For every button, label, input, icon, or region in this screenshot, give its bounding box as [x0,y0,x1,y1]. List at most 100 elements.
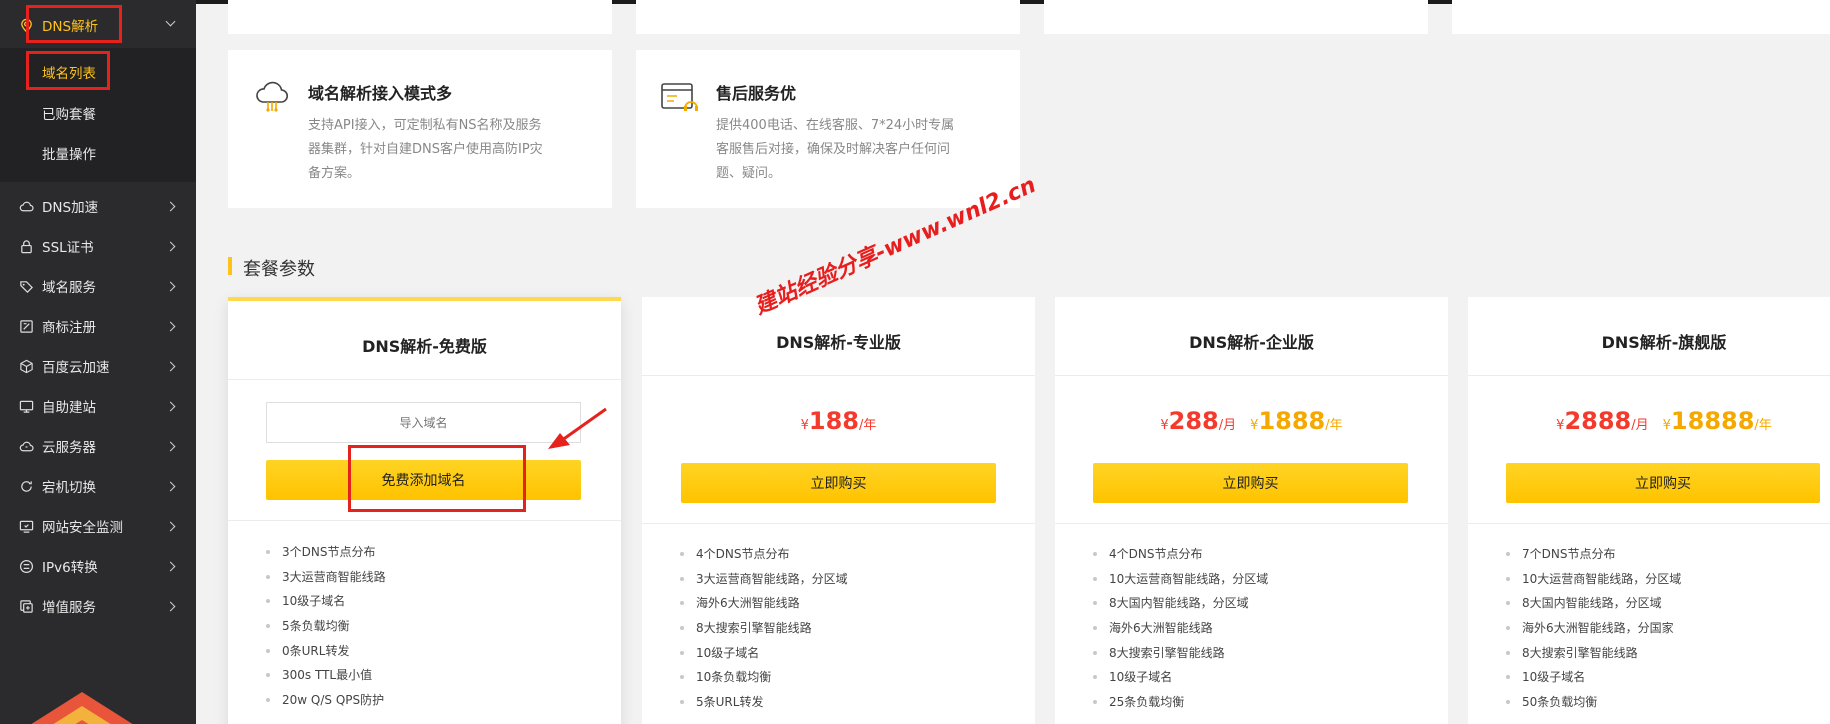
monitor-icon [18,398,34,414]
sidebar-item-site-builder[interactable]: 自助建站 [0,386,196,426]
list-item: 8大国内智能线路，分区域 [1089,590,1268,615]
sidebar-submenu: 域名列表 已购套餐 批量操作 [0,48,196,182]
divider [1468,523,1830,524]
plan-card-enterprise: DNS解析-企业版 ¥288/月 ¥1888/年 立即购买 4个DNS节点分布 1… [1055,297,1448,724]
divider [1468,375,1830,376]
chevron-right-icon [165,321,176,331]
plan-feature-list: 7个DNS节点分布 10大运营商智能线路，分区域 8大国内智能线路，分区域 海外… [1502,541,1681,714]
price-unit: /月 [1631,418,1649,433]
list-item: 8大国内智能线路，分区域 [1502,590,1681,615]
chevron-right-icon [165,481,176,491]
list-item: 10级子域名 [262,588,386,613]
sidebar-subitem-batch-ops[interactable]: 批量操作 [42,143,96,163]
sidebar-item-ipv6[interactable]: IPv6转换 [0,546,196,586]
list-item: 3大运营商智能线路，分区域 [676,566,848,591]
list-item: 10级子域名 [676,640,848,665]
sidebar-item-security-monitor[interactable]: 网站安全监测 [0,506,196,546]
feature-card-top-2 [636,0,1020,34]
list-item: 4个DNS节点分布 [1089,541,1268,566]
location-pin-icon [18,17,34,33]
list-item: 7个DNS节点分布 [1502,541,1681,566]
price-currency: ¥ [800,418,809,433]
sidebar: DNS解析 域名列表 已购套餐 批量操作 DNS加速 SSL证书 域名服务 商标… [0,0,196,724]
price-unit: /年 [1325,418,1343,433]
feature-card-top-1 [228,0,612,34]
list-item: 5条负载均衡 [262,613,386,638]
shield-monitor-icon [18,518,34,534]
chevron-right-icon [165,401,176,411]
list-item: 海外6大洲智能线路 [1089,615,1268,640]
feature-description: 提供400电话、在线客服、7*24小时专属 客服售后对接，确保及时解决客户任何问… [716,114,1006,186]
list-item: 8大搜索引擎智能线路 [676,615,848,640]
feature-card-access-modes: 域名解析接入模式多 支持API接入，可定制私有NS名称及服务 器集群，针对自建D… [228,50,612,208]
plan-name: DNS解析-免费版 [362,337,487,356]
sidebar-item-label: IPv6转换 [42,560,98,576]
sidebar-item-baidu-accel[interactable]: 百度云加速 [0,346,196,386]
feature-desc-line: 器集群，针对自建DNS客户使用高防IP灾 [308,142,543,157]
price-amount-year: 18888 [1670,407,1755,435]
list-item: 25条负载均衡 [1089,689,1268,714]
buy-now-button[interactable]: 立即购买 [1093,463,1408,503]
sidebar-item-dns-resolve[interactable]: DNS解析 [0,5,196,45]
divider [228,520,621,521]
sidebar-item-ssl[interactable]: SSL证书 [0,226,196,266]
ipv6-icon [18,558,34,574]
list-item: 50条负载均衡 [1502,689,1681,714]
feature-desc-line: 题、疑问。 [716,166,782,181]
import-domain-input[interactable] [266,402,581,443]
list-item: 海外6大洲智能线路 [676,590,848,615]
sidebar-item-trademark[interactable]: 商标注册 [0,306,196,346]
plan-card-pro: DNS解析-专业版 ¥188/年 立即购买 4个DNS节点分布 3大运营商智能线… [642,297,1035,724]
feature-desc-line: 客服售后对接，确保及时解决客户任何问 [716,142,951,157]
chevron-right-icon [165,201,176,211]
sidebar-item-label: DNS解析 [42,19,99,35]
divider [1055,523,1448,524]
plan-card-free: DNS解析-免费版 免费添加域名 3个DNS节点分布 3大运营商智能线路 10级… [228,297,621,724]
chevron-right-icon [165,601,176,611]
feature-desc-line: 支持API接入，可定制私有NS名称及服务 [308,118,542,133]
divider [1055,375,1448,376]
chevron-right-icon [165,361,176,371]
sidebar-item-label: 域名服务 [42,280,96,296]
list-item: 5条URL转发 [676,689,848,714]
feature-card-top-3 [1044,0,1428,34]
list-item: 0条URL转发 [262,638,386,663]
sidebar-item-label: 云服务器 [42,440,96,456]
sidebar-item-label: 商标注册 [42,320,96,336]
sidebar-item-value-added[interactable]: 增值服务 [0,586,196,626]
service-headset-icon [661,83,698,111]
cloud-icon [18,198,34,214]
feature-card-after-sales: 售后服务优 提供400电话、在线客服、7*24小时专属 客服售后对接，确保及时解… [636,50,1020,208]
plan-price: ¥188/年 [642,407,1035,435]
free-add-domain-button[interactable]: 免费添加域名 [266,460,581,500]
sidebar-item-domain-service[interactable]: 域名服务 [0,266,196,306]
lock-icon [18,238,34,254]
price-currency: ¥ [1662,418,1671,433]
plan-card-flagship: DNS解析-旗舰版 ¥2888/月 ¥18888/年 立即购买 7个DNS节点分布… [1468,297,1830,724]
sidebar-item-dns-accel[interactable]: DNS加速 [0,186,196,226]
buy-now-button[interactable]: 立即购买 [1506,463,1820,503]
sidebar-item-label: SSL证书 [42,240,94,256]
cloud-connect-icon [256,81,289,112]
buy-now-button[interactable]: 立即购买 [681,463,996,503]
annotation-arrow-icon [548,407,607,449]
sidebar-item-label: DNS加速 [42,200,99,216]
trademark-icon [18,318,34,334]
cube-icon [18,358,34,374]
chevron-right-icon [165,441,176,451]
sidebar-subitem-domain-list[interactable]: 域名列表 [42,62,96,82]
plan-name: DNS解析-企业版 [1189,333,1314,352]
section-title-bar [228,257,232,275]
sidebar-subitem-purchased-plans[interactable]: 已购套餐 [42,103,96,123]
brand-logo-icon [31,692,133,724]
cloud-server-icon [18,438,34,454]
price-unit: /年 [859,418,877,433]
price-amount-month: 288 [1168,407,1219,435]
plan-name: DNS解析-专业版 [776,333,901,352]
plan-price: ¥2888/月 ¥18888/年 [1468,407,1830,435]
feature-title: 域名解析接入模式多 [308,84,453,103]
sidebar-item-cloud-server[interactable]: 云服务器 [0,426,196,466]
list-item: 10大运营商智能线路，分区域 [1089,566,1268,591]
sidebar-item-failover[interactable]: 宕机切换 [0,466,196,506]
list-item: 8大搜索引擎智能线路 [1502,640,1681,665]
